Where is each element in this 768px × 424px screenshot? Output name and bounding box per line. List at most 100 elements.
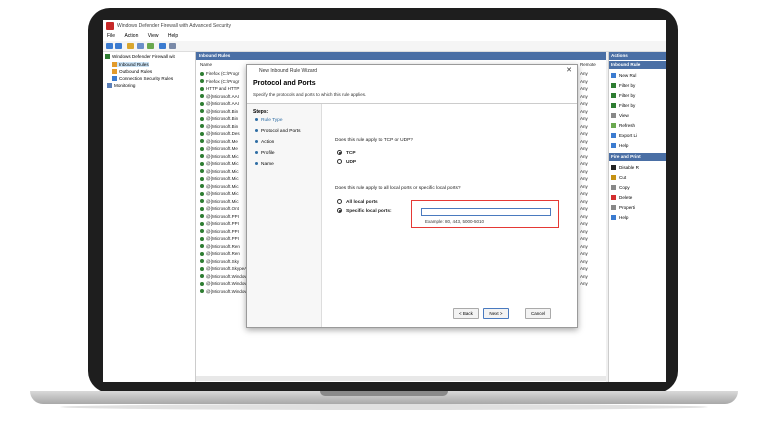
action-item[interactable]: Export Li — [611, 131, 637, 140]
action-item[interactable]: Help — [611, 141, 628, 150]
action-item[interactable]: Properti — [611, 203, 635, 212]
properties-icon[interactable] — [169, 43, 176, 49]
tree-connection-security[interactable]: Connection Security Rules — [112, 76, 173, 82]
table-row[interactable]: @{Microsoft.Des — [200, 130, 240, 137]
remote-cell: Any — [580, 281, 588, 286]
remote-cell: Any — [580, 146, 588, 151]
action-item[interactable]: Refresh — [611, 121, 635, 130]
menu-view[interactable]: View — [148, 33, 159, 39]
table-row[interactable]: @{Microsoft.Bin — [200, 123, 238, 130]
table-row[interactable]: @{Microsoft.AAI — [200, 93, 239, 100]
table-row[interactable]: @{Microsoft.PPI — [200, 235, 239, 242]
menu-file[interactable]: File — [107, 33, 115, 39]
action-icon — [611, 83, 616, 89]
action-item[interactable]: Copy — [611, 183, 630, 192]
back-icon[interactable] — [106, 43, 113, 49]
action-item[interactable]: Disable R — [611, 163, 639, 172]
step-profile[interactable]: Profile — [255, 151, 275, 156]
table-row[interactable]: HTTP and HTTP — [200, 85, 239, 92]
table-row[interactable]: @{Microsoft.Me — [200, 145, 238, 152]
enabled-check-icon — [200, 169, 204, 174]
cancel-button[interactable]: Cancel — [525, 308, 551, 319]
action-item[interactable]: View — [611, 111, 629, 120]
action-item[interactable]: Filter by — [611, 81, 635, 90]
table-row[interactable]: @{Microsoft.Mic — [200, 153, 239, 160]
action-icon — [611, 165, 616, 171]
tree-outbound-rules[interactable]: Outbound Rules — [112, 69, 152, 75]
enabled-check-icon — [200, 266, 204, 271]
refresh-icon[interactable] — [147, 43, 154, 49]
column-remote[interactable]: Remote — [580, 61, 596, 69]
horizontal-scrollbar[interactable] — [196, 376, 606, 381]
remote-cell: Any — [580, 251, 588, 256]
menu-help[interactable]: Help — [168, 33, 178, 39]
step-rule-type[interactable]: Rule Type — [255, 118, 283, 123]
enabled-check-icon — [200, 94, 204, 99]
tree-inbound-rules[interactable]: Inbound Rules — [112, 62, 149, 68]
enabled-check-icon — [200, 281, 204, 286]
show-hide-tree-icon[interactable] — [137, 43, 144, 49]
table-row[interactable]: @{Microsoft.Ren — [200, 250, 240, 257]
remote-cell: Any — [580, 213, 588, 219]
action-icon — [611, 143, 616, 149]
rule-name: @{Microsoft.Mic — [206, 168, 239, 174]
table-row[interactable]: @{Microsoft.Mic — [200, 160, 239, 167]
table-row[interactable]: Firefox (C:\Progr — [200, 70, 239, 77]
enabled-check-icon — [200, 146, 204, 151]
table-row[interactable]: @{Microsoft.PPI — [200, 228, 239, 235]
action-item[interactable]: Filter by — [611, 101, 635, 110]
table-row[interactable]: Firefox (C:\Progr — [200, 78, 239, 85]
forward-icon[interactable] — [115, 43, 122, 49]
radio-specific-local-ports[interactable]: Specific local ports: — [337, 208, 392, 214]
back-button[interactable]: < Back — [453, 308, 479, 319]
table-row[interactable]: @{Microsoft.Mic — [200, 190, 239, 197]
wizard-steps: Steps: Rule Type Protocol and Ports Acti… — [247, 104, 322, 327]
remote-cell: Any — [580, 78, 588, 84]
remote-cell: Any — [580, 236, 588, 241]
table-row[interactable]: @{Microsoft.Mic — [200, 198, 239, 205]
step-protocol-ports[interactable]: Protocol and Ports — [255, 129, 300, 134]
menu-action[interactable]: Action — [124, 33, 138, 39]
table-row[interactable]: @{Microsoft.Mic — [200, 183, 239, 190]
radio-all-local-ports[interactable]: All local ports — [337, 199, 378, 205]
table-row[interactable]: @{Microsoft.Bin — [200, 115, 238, 122]
action-item[interactable]: Filter by — [611, 91, 635, 100]
radio-udp[interactable]: UDP — [337, 159, 356, 165]
close-icon[interactable]: ✕ — [566, 65, 572, 77]
table-row[interactable]: @{Microsoft.PPI — [200, 220, 239, 227]
remote-cell: Any — [580, 86, 588, 91]
remote-cell: Any — [580, 131, 588, 136]
column-name[interactable]: Name — [200, 61, 212, 69]
table-row[interactable]: @{Microsoft.Me — [200, 138, 238, 145]
action-item[interactable]: Delete — [611, 193, 632, 202]
tree-monitoring[interactable]: Monitoring — [107, 83, 135, 89]
table-row[interactable]: @{Microsoft.AAI — [200, 100, 239, 107]
remote-cell: Any — [580, 123, 588, 129]
remote-cell: Any — [580, 243, 588, 249]
next-button[interactable]: Next > — [483, 308, 509, 319]
table-row[interactable]: @{Microsoft.Sky — [200, 258, 239, 265]
rule-name: @{Microsoft.Bin — [206, 116, 239, 121]
help-icon[interactable] — [159, 43, 166, 49]
table-row[interactable]: @{Microsoft.Mic — [200, 168, 239, 175]
step-name[interactable]: Name — [255, 162, 274, 167]
step-dot-icon — [255, 129, 258, 133]
action-item[interactable]: Cut — [611, 173, 626, 182]
table-row[interactable]: @{Microsoft.Mic — [200, 175, 239, 182]
step-action[interactable]: Action — [255, 140, 274, 145]
folder-up-icon[interactable] — [127, 43, 134, 49]
table-row[interactable]: @{Microsoft.Ont — [200, 205, 239, 212]
enabled-check-icon — [200, 154, 204, 159]
table-row[interactable]: @{Microsoft.Ren — [200, 243, 240, 250]
actions-header: Actions — [609, 52, 666, 60]
action-item[interactable]: New Rul — [611, 71, 636, 80]
tree-root[interactable]: Windows Defender Firewall wit — [105, 54, 175, 60]
table-row[interactable]: @{Microsoft.Bin — [200, 108, 238, 115]
wizard-titlebar: New Inbound Rule Wizard — [247, 65, 577, 77]
table-row[interactable]: @{Microsoft.PPI — [200, 213, 239, 220]
remote-cell: Any — [580, 221, 588, 226]
menu-bar: File Action View Help — [103, 32, 666, 41]
remote-cell: Any — [580, 138, 588, 144]
radio-tcp[interactable]: TCP — [337, 150, 356, 156]
action-item[interactable]: Help — [611, 213, 628, 222]
